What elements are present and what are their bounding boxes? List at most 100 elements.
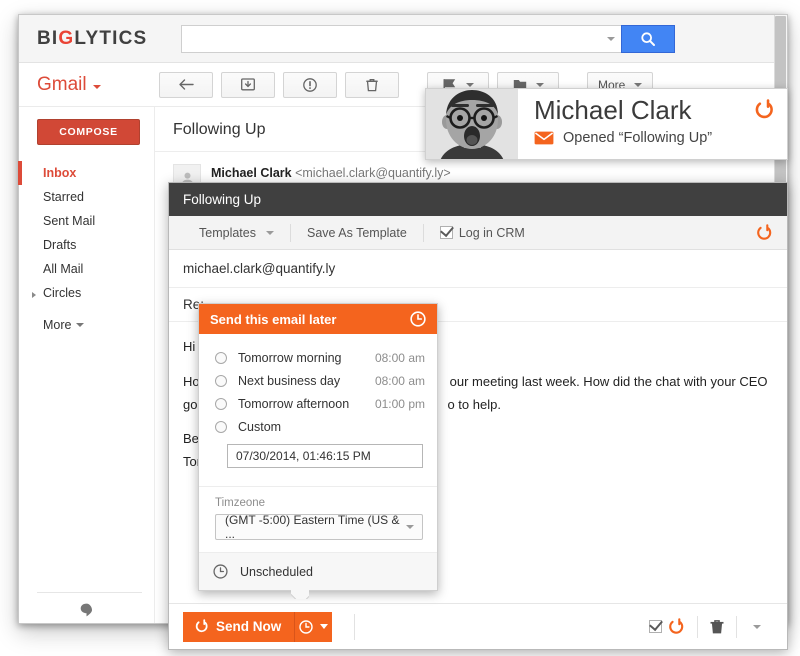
compose-footer-right (637, 615, 773, 638)
footer-divider (354, 613, 356, 640)
logo-g: G (58, 27, 75, 49)
custom-datetime-value: 07/30/2014, 01:46:15 PM (236, 449, 371, 463)
sidebar-item-drafts[interactable]: Drafts (19, 233, 154, 257)
chevron-down-icon (634, 82, 643, 87)
message-sender: Michael Clark (211, 166, 292, 180)
track-email-checkbox[interactable] (649, 620, 662, 633)
radio-button[interactable] (215, 374, 227, 387)
toast-contact-name: Michael Clark (534, 95, 692, 125)
popover-options: Tomorrow morning 08:00 am Next business … (199, 334, 437, 486)
sidebar-divider (37, 592, 142, 593)
body-p2-right-1: our meeting last week. How did the chat … (449, 373, 768, 389)
sidebar-item-starred[interactable]: Starred (19, 185, 154, 209)
sidebar-item-label: More (43, 318, 72, 332)
sidebar-item-label: Sent Mail (43, 214, 96, 228)
gmail-account-dropdown[interactable]: Gmail (37, 74, 159, 96)
popover-tail (291, 590, 309, 599)
sidebar-item-label: Starred (43, 190, 84, 204)
option-label: Tomorrow morning (238, 350, 342, 365)
compose-footer: Send Now (169, 603, 787, 649)
search-button[interactable] (621, 24, 676, 53)
message-sender-email: <michael.clark@quantify.ly> (295, 166, 451, 180)
sidebar-item-label: Drafts (43, 238, 77, 252)
logo-suffix: LYTICS (74, 27, 148, 49)
radio-button[interactable] (215, 397, 227, 410)
sidebar-item-more[interactable]: More (19, 313, 154, 337)
gmail-nav-list: Inbox Starred Sent Mail Drafts All Mail … (18, 161, 154, 337)
report-spam-button[interactable] (283, 71, 337, 98)
trash-icon (366, 78, 378, 91)
search-input[interactable] (192, 30, 604, 47)
body-p2-left-2: go (183, 396, 198, 412)
discard-draft-button[interactable] (698, 619, 736, 635)
send-now-button[interactable]: Send Now (183, 611, 295, 642)
clock-icon (299, 619, 313, 634)
contact-photo (426, 89, 518, 159)
option-tomorrow-morning[interactable]: Tomorrow morning 08:00 am (199, 346, 437, 369)
toast-content: Michael Clark Opened “Following Up” (518, 89, 787, 159)
archive-button[interactable] (221, 71, 275, 98)
body-p2-right-2: o to help. (447, 396, 501, 412)
open-notification-toast[interactable]: Michael Clark Opened “Following Up” (425, 88, 788, 160)
send-later-dropdown-button[interactable] (294, 611, 333, 642)
option-next-business-day[interactable]: Next business day 08:00 am (199, 369, 437, 392)
unscheduled-label: Unscheduled (240, 564, 313, 579)
yesware-logo-icon (669, 617, 684, 634)
send-later-popover: Send this email later Tomorrow morning 0… (198, 303, 438, 591)
toast-status-label: Opened “Following Up” (563, 130, 713, 147)
delete-button[interactable] (345, 71, 399, 98)
circular-arrow-icon (195, 619, 208, 633)
compose-to-field[interactable]: michael.clark@quantify.ly (169, 250, 787, 288)
yesware-logo-icon (753, 99, 775, 126)
sidebar-item-label: All Mail (43, 262, 84, 276)
search-box[interactable] (181, 24, 622, 53)
body-p3-left-1: Be (183, 431, 199, 447)
log-in-crm-toggle[interactable]: Log in CRM (424, 226, 541, 240)
unscheduled-row[interactable]: Unscheduled (199, 552, 437, 590)
circular-arrow-icon (755, 99, 773, 119)
gmail-topbar: BIGLYTICS (19, 15, 787, 63)
chevron-down-icon (92, 84, 101, 89)
exclamation-circle-icon (303, 77, 317, 92)
log-in-crm-label: Log in CRM (458, 225, 525, 240)
sidebar-item-inbox[interactable]: Inbox (18, 161, 154, 185)
sidebar-item-circles[interactable]: Circles (19, 281, 154, 305)
more-options-button[interactable] (737, 624, 773, 629)
custom-datetime-input[interactable]: 07/30/2014, 01:46:15 PM (227, 444, 423, 468)
sidebar-item-all-mail[interactable]: All Mail (19, 257, 154, 281)
person-photo-icon (426, 89, 518, 159)
hangouts-icon[interactable] (19, 603, 154, 620)
timezone-value: (GMT -5:00) Eastern Time (US & ... (225, 513, 400, 541)
save-as-template-button[interactable]: Save As Template (291, 226, 423, 240)
chat-bubble-icon (80, 603, 93, 617)
send-now-label: Send Now (216, 619, 282, 634)
search-area (181, 24, 676, 53)
templates-label: Templates (199, 225, 256, 240)
radio-button[interactable] (215, 351, 227, 364)
timezone-section: Timzeone (GMT -5:00) Eastern Time (US & … (199, 486, 437, 552)
option-custom[interactable]: Custom (199, 415, 437, 438)
timezone-select[interactable]: (GMT -5:00) Eastern Time (US & ... (215, 513, 423, 541)
option-label: Tomorrow afternoon (238, 396, 350, 411)
back-button[interactable] (159, 71, 213, 98)
chevron-down-icon (753, 624, 761, 629)
sidebar-item-sent-mail[interactable]: Sent Mail (19, 209, 154, 233)
sidebar-item-label: Circles (43, 286, 82, 300)
option-tomorrow-afternoon[interactable]: Tomorrow afternoon 01:00 pm (199, 392, 437, 415)
radio-button[interactable] (215, 420, 227, 433)
popover-title: Send this email later (210, 311, 337, 327)
chevron-down-icon (76, 323, 85, 327)
chevron-down-icon[interactable] (607, 36, 616, 41)
message-sender-line: Michael Clark <michael.clark@quantify.ly… (211, 164, 451, 183)
gmail-sidebar: COMPOSE Inbox Starred Sent Mail Drafts A… (18, 107, 155, 623)
option-time: 08:00 am (374, 350, 425, 365)
templates-dropdown[interactable]: Templates (183, 226, 290, 240)
track-email-toggle[interactable] (637, 617, 697, 636)
screenshot-root: BIGLYTICS Gmail More COMPOSE Inbox Starr… (0, 0, 800, 656)
log-in-crm-checkbox[interactable] (439, 226, 453, 239)
envelope-icon (534, 131, 554, 145)
toast-status-row: Opened “Following Up” (534, 130, 777, 146)
compose-button[interactable]: COMPOSE (37, 119, 140, 145)
back-arrow-icon (178, 79, 194, 90)
popover-header: Send this email later (199, 304, 437, 334)
